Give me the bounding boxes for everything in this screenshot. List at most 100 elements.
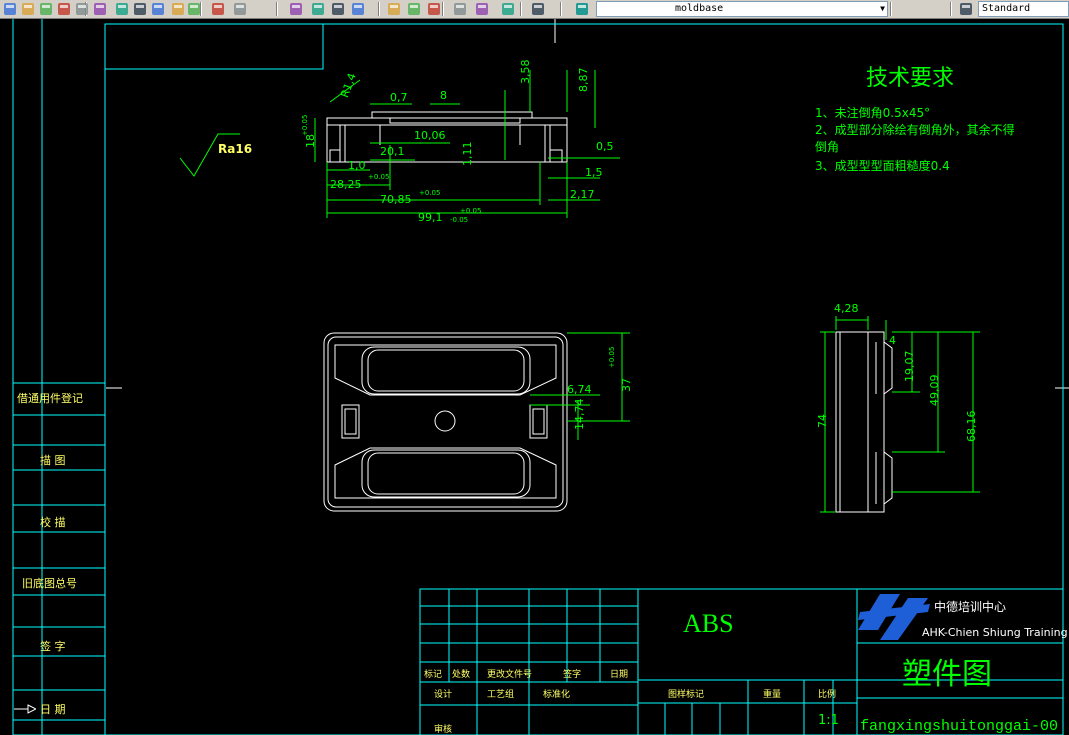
- markup-icon[interactable]: [452, 1, 468, 17]
- label-old-drawing-no: 旧底图总号: [22, 576, 77, 590]
- toolbar-separator: [378, 2, 380, 16]
- drawing-name: 塑件图: [902, 657, 992, 692]
- zoom-previous-icon[interactable]: [330, 1, 346, 17]
- plot-preview-icon[interactable]: [74, 1, 90, 17]
- dim-8: 8: [440, 89, 447, 102]
- dim-68-16: 68,16: [965, 411, 978, 443]
- dim-6-74: 6,74: [567, 383, 592, 396]
- toolbar-separator: [950, 2, 952, 16]
- sheet-set-icon[interactable]: [426, 1, 442, 17]
- tech-req-line2a: 2、成型部分除绘有倒角外，其余不得: [815, 122, 1015, 137]
- tol-upper-99: +0.05: [460, 207, 481, 215]
- label-borrowed-parts: 借通用件登记: [17, 391, 83, 405]
- dim-1-5: 1,5: [585, 166, 603, 179]
- chevron-down-icon[interactable]: ▼: [880, 2, 885, 16]
- undo-icon[interactable]: [186, 1, 202, 17]
- company-en: AHK-Chien Shiung Training Center: [922, 626, 1069, 639]
- tool-palettes-icon[interactable]: [406, 1, 422, 17]
- dim-49-09: 49,09: [928, 375, 941, 407]
- label-signature: 签 字: [40, 639, 66, 653]
- company-cn: 中德培训中心: [934, 599, 1006, 614]
- zoom-realtime-icon[interactable]: [288, 1, 304, 17]
- standard-toolbar: moldbase ▼ Standard: [0, 0, 1069, 19]
- quickcalc-icon[interactable]: [474, 1, 490, 17]
- dim-14-74: 14,74: [573, 399, 586, 431]
- block-editor-icon[interactable]: [170, 1, 186, 17]
- tech-req-line3: 3、成型型型面粗糙度0.4: [815, 158, 950, 173]
- dim-1-11: 1,11: [461, 142, 474, 167]
- match-properties-icon[interactable]: [150, 1, 166, 17]
- text-style-icon[interactable]: [958, 1, 974, 17]
- dim-3-58: 3,58: [519, 60, 532, 85]
- top-view-outline: [326, 111, 568, 163]
- redo-icon[interactable]: [210, 1, 226, 17]
- dim-2-17: 2,17: [570, 188, 595, 201]
- dim-1-0: 1,0: [348, 159, 366, 172]
- toolbar-separator: [890, 2, 892, 16]
- dim-20-1: 20,1: [380, 145, 405, 158]
- tol-upper-70: +0.05: [419, 189, 440, 197]
- tol-lower-99: -0.05: [450, 216, 468, 224]
- dim-8-87: 8,87: [577, 68, 590, 93]
- tol-upper-37: +0.05: [608, 347, 616, 368]
- dim-74: 74: [816, 414, 829, 428]
- tb-mark: 标记: [424, 668, 442, 680]
- tb-design: 设计: [434, 688, 452, 700]
- properties-icon[interactable]: [350, 1, 366, 17]
- tb-scale: 比例: [818, 688, 836, 700]
- tol-upper-28: +0.05: [368, 173, 389, 181]
- material-label: ABS: [683, 609, 734, 638]
- front-view-outline: [323, 332, 568, 512]
- tb-date: 日期: [610, 669, 628, 680]
- tb-weight: 重量: [763, 688, 781, 700]
- dim-radius-r14: R1,4: [338, 71, 359, 99]
- tb-review: 审核: [434, 723, 452, 735]
- toolbar-separator: [560, 2, 562, 16]
- layer-dropdown[interactable]: moldbase ▼: [596, 1, 888, 17]
- ucs-cursor-icon: [14, 704, 36, 714]
- toolbar-separator: [520, 2, 522, 16]
- design-center-icon[interactable]: [386, 1, 402, 17]
- tech-req-title: 技术要求: [866, 66, 954, 91]
- dim-99-1: 99,1: [418, 211, 443, 224]
- open-icon[interactable]: [20, 1, 36, 17]
- label-check-tracing: 校 描: [40, 515, 66, 529]
- text-style-dropdown[interactable]: Standard: [978, 1, 1069, 17]
- new-icon[interactable]: [2, 1, 18, 17]
- label-date: 日 期: [40, 703, 66, 716]
- dim-4-28: 4,28: [834, 302, 859, 315]
- zoom-window-icon[interactable]: [310, 1, 326, 17]
- help-icon[interactable]: [500, 1, 516, 17]
- paste-icon[interactable]: [132, 1, 148, 17]
- side-view-dimensions: [820, 316, 980, 513]
- drawing-canvas[interactable]: 借通用件登记 描 图 校 描 旧底图总号 签 字 日 期 R1,4 0,7 8 …: [0, 19, 1069, 735]
- label-tracing: 描 图: [40, 453, 66, 467]
- tech-req-line2b: 倒角: [815, 140, 839, 154]
- pan-icon[interactable]: [232, 1, 248, 17]
- toolbar-separator: [442, 2, 444, 16]
- roughness-label: Ra16: [218, 142, 252, 156]
- tb-change-doc: 更改文件号: [487, 668, 532, 680]
- layer-state-icon[interactable]: [574, 1, 590, 17]
- dim-28-25: 28,25: [330, 178, 362, 191]
- copy-icon[interactable]: [114, 1, 130, 17]
- dim-10-06: 10,06: [414, 129, 446, 142]
- dim-19-07: 19,07: [903, 351, 916, 383]
- tb-sign: 签字: [563, 668, 581, 680]
- dim-70-85: 70,85: [380, 193, 412, 206]
- toolbar-separator: [276, 2, 278, 16]
- scale-value: 1:1: [818, 713, 839, 728]
- file-name: fangxingshuitonggai-00: [860, 718, 1058, 735]
- tech-req-line1: 1、未注倒角0.5x45°: [815, 105, 930, 120]
- save-icon[interactable]: [38, 1, 54, 17]
- dim-4: 4: [889, 334, 896, 347]
- cut-icon[interactable]: [92, 1, 108, 17]
- tb-stage-mark: 图样标记: [668, 688, 704, 700]
- side-view-outline: [835, 331, 893, 513]
- layer-manager-icon[interactable]: [530, 1, 546, 17]
- dim-0-5: 0,5: [596, 140, 614, 153]
- print-icon[interactable]: [56, 1, 72, 17]
- tb-process: 工艺组: [487, 688, 514, 700]
- tb-standard: 标准化: [543, 688, 570, 700]
- tb-count: 处数: [452, 668, 470, 680]
